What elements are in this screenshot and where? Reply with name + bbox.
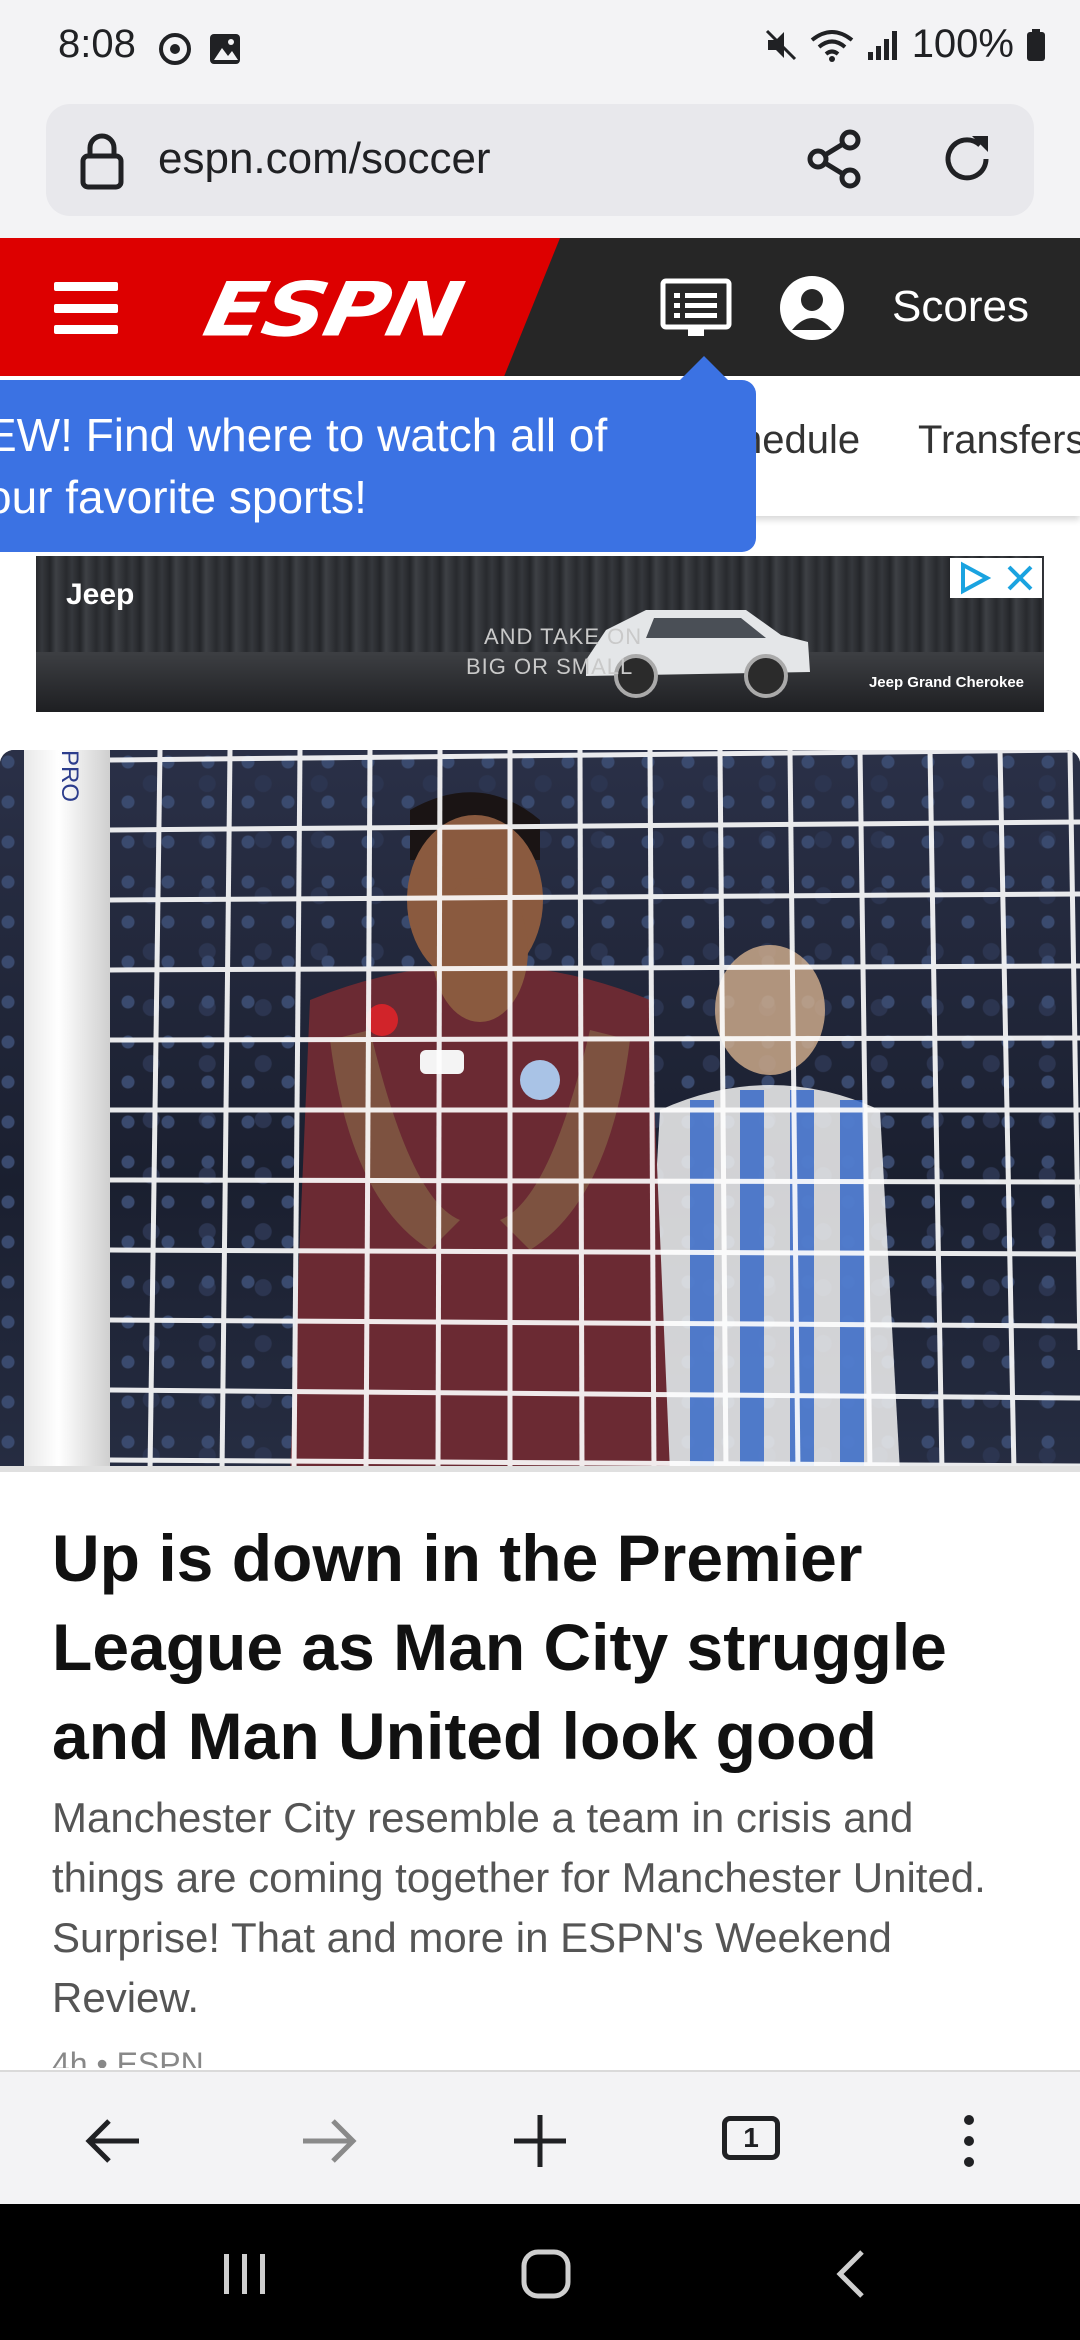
plus-icon	[514, 2115, 566, 2167]
home-icon[interactable]	[520, 2248, 572, 2300]
back-arrow-icon	[85, 2119, 139, 2163]
tooltip-arrow	[678, 356, 730, 382]
espn-logo[interactable]: ESPN	[197, 266, 469, 354]
back-button[interactable]	[78, 2106, 148, 2176]
battery-percent: 100%	[911, 22, 1014, 66]
status-left-icons	[158, 32, 242, 66]
more-vertical-icon	[964, 2115, 974, 2167]
ad-tagline: AND TAKE ON BIG OR SMALL	[466, 624, 643, 679]
status-time: 8:08	[58, 22, 136, 66]
recent-apps-icon[interactable]	[220, 2252, 270, 2296]
jeep-ad-banner[interactable]: Jeep AND TAKE ON BIG OR SMALL Jeep Grand…	[36, 556, 1044, 712]
status-right-icons: 100%	[764, 22, 1046, 67]
battery-icon	[1027, 28, 1045, 61]
new-tab-button[interactable]	[505, 2106, 575, 2176]
scores-link[interactable]: Scores	[892, 282, 1029, 332]
lock-icon	[80, 133, 124, 190]
url-text[interactable]: espn.com/soccer	[158, 134, 491, 184]
browser-bottom-toolbar: 1	[0, 2070, 1080, 2204]
gallery-icon	[210, 34, 240, 64]
forward-arrow-icon	[303, 2119, 357, 2163]
wifi-icon	[810, 29, 853, 62]
goal-net	[109, 750, 1080, 1472]
url-bar[interactable]: espn.com/soccer	[46, 104, 1034, 216]
signal-icon	[867, 30, 897, 60]
sub-nav-item-schedule[interactable]: hedule	[740, 418, 860, 463]
espn-header: ESPN Scores	[0, 238, 1080, 376]
goal-post	[24, 750, 110, 1472]
notification-icon	[159, 33, 191, 65]
sub-nav-item-transfers[interactable]: Transfers	[918, 418, 1080, 463]
hero-image[interactable]: PRO	[0, 750, 1080, 1472]
status-bar: 8:08 100%	[0, 0, 1080, 100]
tabs-button[interactable]: 1	[722, 2116, 780, 2160]
watch-tooltip[interactable]: EW! Find where to watch all of our favor…	[0, 380, 756, 552]
close-ad-icon[interactable]	[1005, 563, 1035, 593]
ad-model: Jeep Grand Cherokee	[868, 674, 1024, 691]
article-card[interactable]: Up is down in the Premier League as Man …	[0, 1478, 1080, 2068]
adchoices-icon[interactable]	[957, 561, 991, 595]
menu-icon[interactable]	[54, 282, 118, 334]
reload-icon[interactable]	[936, 128, 998, 190]
hero-divider	[0, 1466, 1080, 1472]
forward-button[interactable]	[294, 2106, 364, 2176]
ad-choices[interactable]	[950, 558, 1042, 598]
article-summary: Manchester City resemble a team in crisi…	[52, 1794, 986, 2021]
article-headline[interactable]: Up is down in the Premier League as Man …	[52, 1514, 1042, 1781]
android-nav-bar	[0, 2204, 1080, 2340]
mute-icon	[765, 29, 796, 60]
article-meta: 4h • ESPN	[52, 2046, 204, 2068]
system-back-icon[interactable]	[830, 2248, 870, 2300]
sign-text: PRO	[56, 750, 83, 803]
watch-tv-icon[interactable]	[660, 278, 732, 340]
share-icon[interactable]	[804, 128, 866, 190]
tooltip-text: EW! Find where to watch all of our favor…	[0, 409, 608, 523]
user-avatar-icon[interactable]	[780, 276, 844, 340]
ad-brand: Jeep	[66, 578, 135, 611]
browser-top-bar: espn.com/soccer	[0, 100, 1080, 238]
more-menu-button[interactable]	[934, 2106, 1004, 2176]
